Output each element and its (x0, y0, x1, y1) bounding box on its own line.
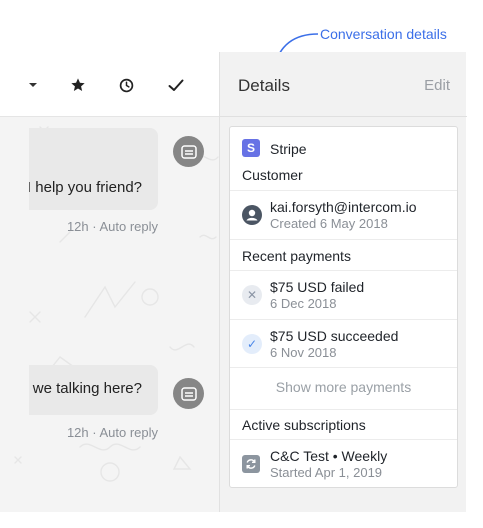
message-meta: 12h · Auto reply (66, 219, 158, 234)
clock-icon[interactable] (115, 72, 137, 98)
conversation-pane: I help you friend? 12h · Auto reply e we… (0, 52, 219, 512)
app-name: Stripe (270, 141, 307, 157)
edit-button[interactable]: Edit (424, 77, 450, 94)
details-panel: Details Edit S Stripe Customer kai.forsy… (219, 52, 467, 512)
bot-icon (180, 386, 197, 401)
message-text: I help you friend? (29, 179, 142, 196)
bot-icon (180, 144, 197, 159)
failed-x-icon: ✕ (242, 285, 262, 305)
conversation-toolbar (0, 52, 219, 117)
payment-title: $75 USD succeeded (270, 328, 399, 344)
stripe-logo-icon: S (242, 139, 260, 157)
subscription-started: Started Apr 1, 2019 (270, 465, 383, 480)
subscription-refresh-icon (242, 455, 260, 473)
user-avatar-icon (242, 205, 262, 225)
customer-heading: Customer (242, 167, 303, 183)
bot-avatar (173, 378, 204, 409)
stripe-app-card: S Stripe Customer kai.forsyth@intercom.i… (229, 126, 458, 488)
show-more-payments-button[interactable]: Show more payments (230, 379, 457, 395)
payment-title: $75 USD failed (270, 279, 365, 295)
subscription-row[interactable]: C&C Test • Weekly Started Apr 1, 2019 (230, 440, 457, 487)
payments-heading: Recent payments (242, 248, 351, 264)
subscription-name: C&C Test • Weekly (270, 448, 388, 464)
customer-email: kai.forsyth@intercom.io (270, 199, 417, 215)
chevron-down-icon[interactable] (26, 72, 40, 98)
message-bubble: I help you friend? (29, 128, 158, 210)
message-meta: 12h · Auto reply (66, 425, 158, 440)
success-check-icon: ✓ (242, 334, 262, 354)
customer-row[interactable]: kai.forsyth@intercom.io Created 6 May 20… (230, 191, 457, 239)
divider (230, 239, 457, 240)
details-title: Details (238, 76, 290, 95)
payment-row-failed[interactable]: ✕ $75 USD failed 6 Dec 2018 (230, 271, 457, 319)
payment-row-succeeded[interactable]: ✓ $75 USD succeeded 6 Nov 2018 (230, 320, 457, 368)
payment-date: 6 Nov 2018 (270, 345, 337, 360)
annotation: Conversation details (0, 0, 483, 71)
details-header: Details Edit (220, 52, 467, 117)
divider (230, 409, 457, 410)
bottom-margin (0, 512, 483, 528)
subscriptions-heading: Active subscriptions (242, 417, 366, 433)
message-text: e we talking here? (29, 380, 142, 397)
divider (230, 367, 457, 368)
customer-created: Created 6 May 2018 (270, 216, 388, 231)
message-bubble: e we talking here? (29, 365, 158, 415)
payment-date: 6 Dec 2018 (270, 296, 337, 311)
annotation-label: Conversation details (320, 26, 447, 42)
star-icon[interactable] (67, 72, 89, 98)
bot-avatar (173, 136, 204, 167)
check-icon[interactable] (165, 72, 187, 98)
